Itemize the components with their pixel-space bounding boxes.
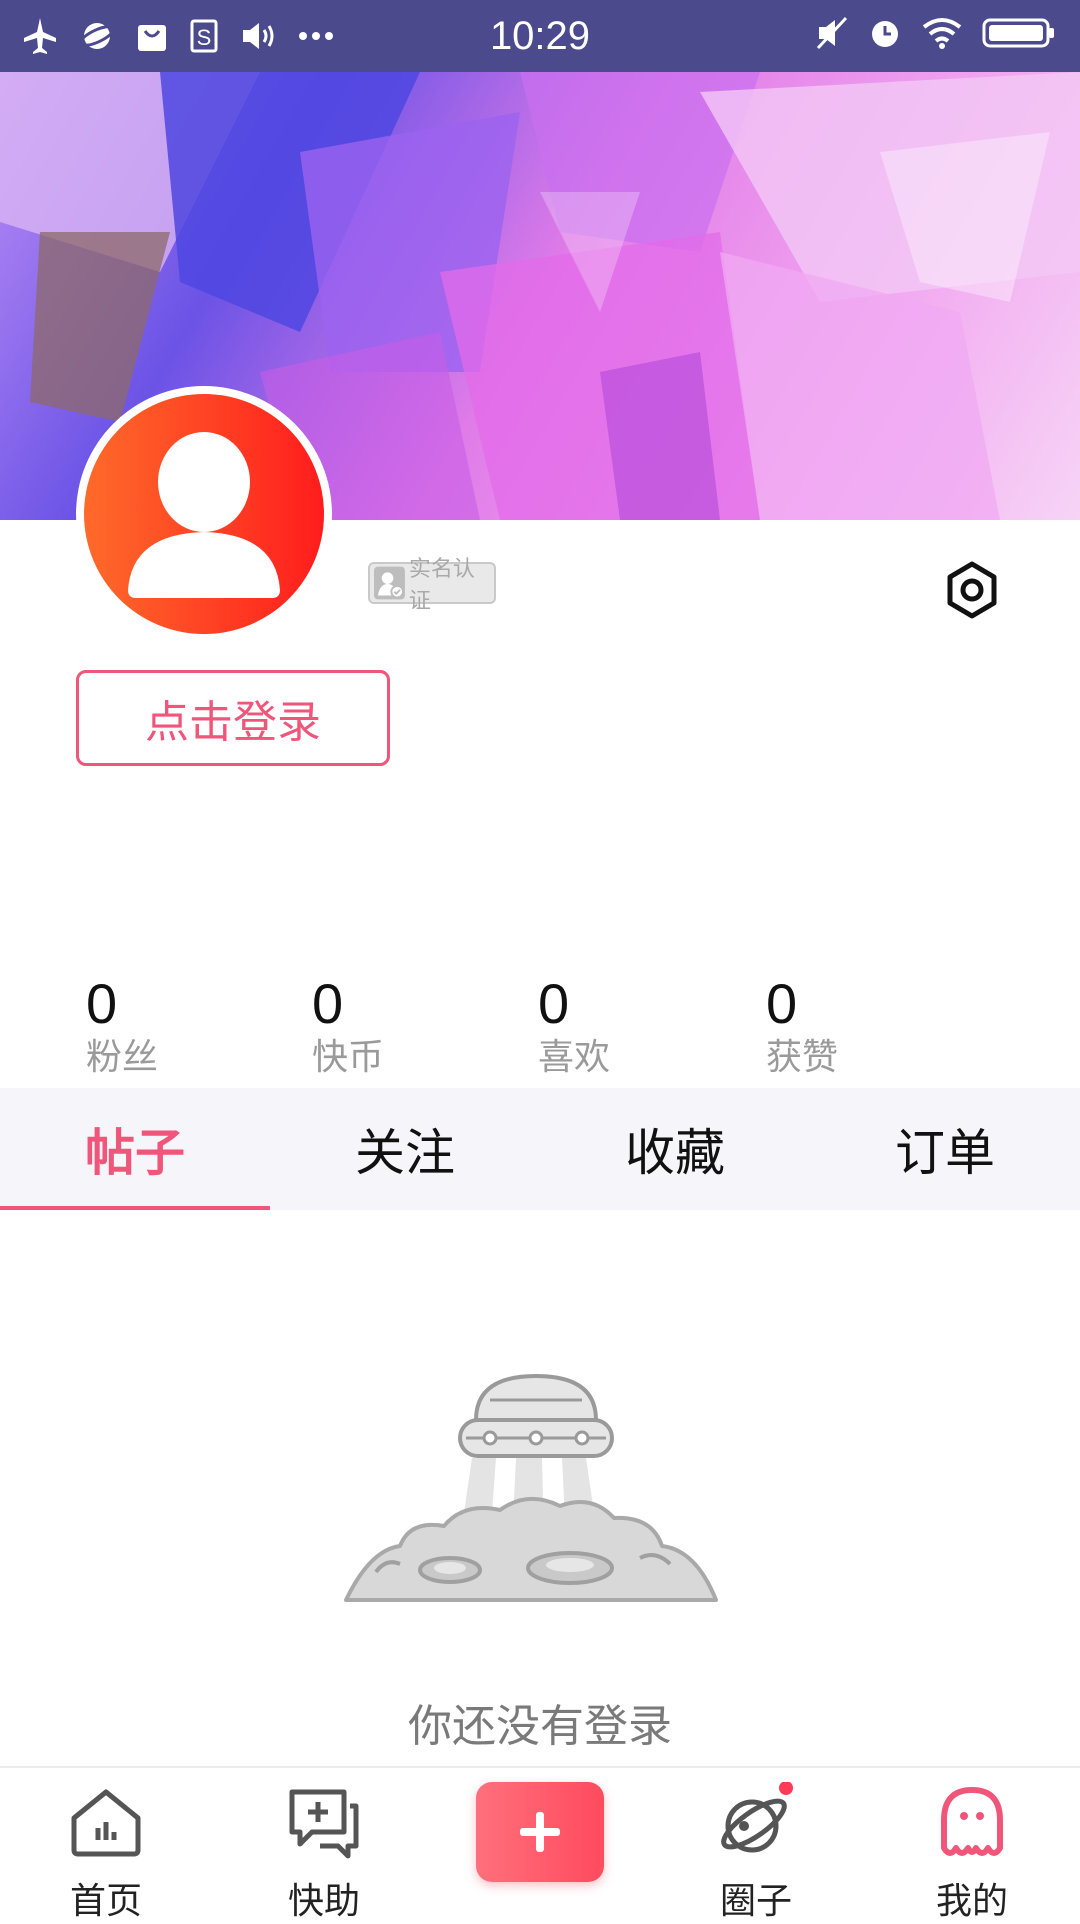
stat-label: 快币 [312,1037,385,1078]
stat-praised[interactable]: 0 获赞 [766,974,946,1080]
nav-home[interactable]: 首页 [26,1768,186,1922]
stat-label: 获赞 [766,1037,839,1078]
nav-label: 首页 [69,1881,142,1922]
empty-state-message: 你还没有登录 [408,1701,672,1752]
tab-following[interactable]: 关注 [270,1088,540,1210]
status-bar: S 10:29 [0,0,1080,72]
empty-ufo-moon-illustration [340,1350,740,1624]
nav-label: 快助 [287,1881,360,1922]
wifi-icon [922,18,962,49]
nav-circle[interactable]: 圈子 [676,1768,836,1922]
profile-tabs: 帖子 关注 收藏 订单 [0,1088,1080,1210]
plus-icon [520,1812,560,1852]
nav-assist[interactable]: 快助 [244,1768,404,1922]
default-avatar-icon [84,394,324,634]
chat-plus-icon [289,1789,359,1859]
ghost-face-icon [941,1787,1003,1856]
stat-label: 喜欢 [538,1037,611,1078]
tab-orders[interactable]: 订单 [810,1088,1080,1210]
alarm-icon [872,21,898,47]
stat-value: 0 [312,972,344,1035]
verify-person-icon [374,566,405,600]
stat-value: 0 [86,972,118,1035]
stat-label: 粉丝 [86,1037,159,1078]
home-icon [71,1789,141,1857]
tab-posts[interactable]: 帖子 [0,1088,270,1210]
mute-icon [816,16,848,50]
real-name-verify-badge[interactable]: 实名认证 [368,557,496,614]
nav-mine[interactable]: 我的 [892,1768,1052,1922]
stat-coins[interactable]: 0 快币 [312,974,492,1080]
stat-likes[interactable]: 0 喜欢 [538,974,718,1080]
stat-value: 0 [538,972,570,1035]
verify-label: 实名认证 [408,557,475,614]
avatar[interactable] [76,386,332,642]
status-bar-right-icons [816,16,1056,50]
login-button[interactable]: 点击登录 [76,670,390,766]
planet-icon [721,1782,793,1853]
publish-plus-button[interactable] [476,1782,604,1882]
stat-fans[interactable]: 0 粉丝 [86,974,266,1080]
tab-favorites[interactable]: 收藏 [540,1088,810,1210]
nav-label: 圈子 [719,1881,792,1922]
stat-value: 0 [766,972,798,1035]
battery-icon [982,18,1054,48]
settings-icon[interactable] [942,560,1002,620]
nav-label: 我的 [935,1881,1008,1922]
